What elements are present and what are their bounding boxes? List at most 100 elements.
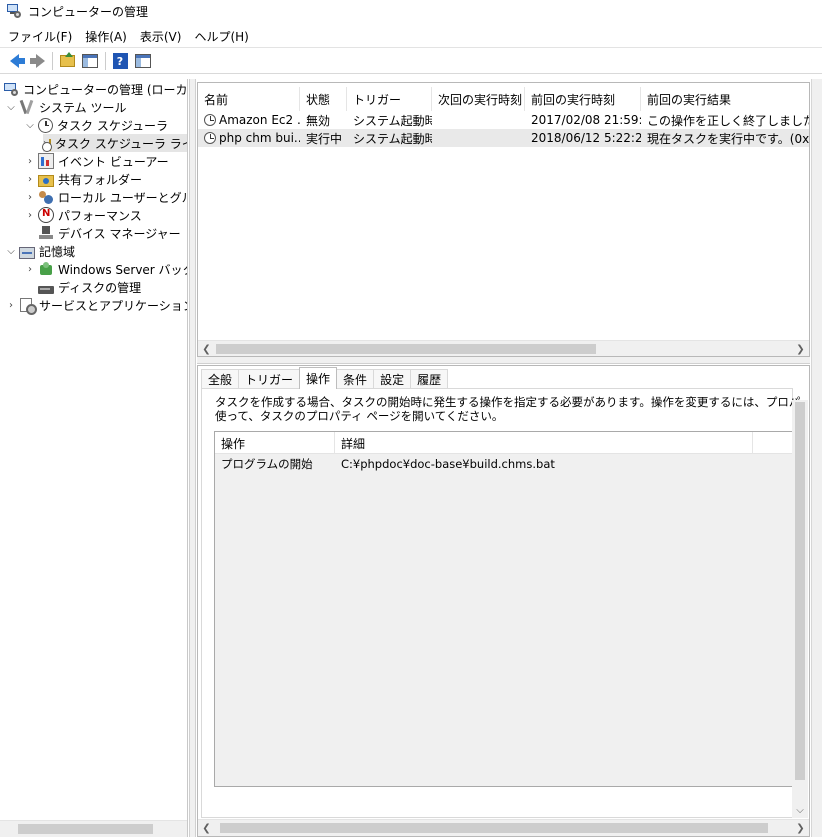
column-header-name[interactable]: 名前: [198, 87, 300, 111]
computer-management-icon: [3, 81, 19, 97]
menu-view[interactable]: 表示(V): [136, 28, 186, 45]
computer-management-icon: [6, 3, 22, 19]
column-header-trigger[interactable]: トリガー: [347, 87, 432, 111]
tree-item-services-and-applications[interactable]: › サービスとアプリケーション: [5, 296, 188, 315]
tree-item-task-scheduler[interactable]: ⌵ タスク スケジューラ: [24, 116, 168, 134]
chevron-right-icon[interactable]: ›: [24, 191, 36, 203]
device-manager-icon: [38, 225, 54, 241]
tree-item-storage[interactable]: ⌵ 記憶域: [5, 242, 75, 260]
help-button[interactable]: ?: [109, 50, 131, 72]
tree-item-local-users[interactable]: › ローカル ユーザーとグループ: [24, 188, 187, 206]
tree-item-label: サービスとアプリケーション: [39, 298, 188, 313]
back-button[interactable]: [3, 50, 25, 72]
detail-tabs: 全般 トリガー 操作 条件 設定 履歴: [201, 367, 449, 389]
up-one-level-button[interactable]: [56, 50, 78, 72]
tools-icon: [19, 99, 35, 115]
tree-item-event-viewer[interactable]: › イベント ビューアー: [24, 152, 169, 170]
action-pane-button[interactable]: [132, 50, 154, 72]
toolbar-separator: [105, 52, 106, 70]
action-pane-icon: [135, 54, 151, 68]
task-clock-icon: [204, 132, 216, 144]
detail-horizontal-scrollbar[interactable]: ❮ ❯: [198, 819, 809, 836]
action-type-cell: プログラムの開始: [221, 457, 313, 471]
tab-triggers[interactable]: トリガー: [238, 369, 301, 389]
chevron-right-icon[interactable]: ›: [24, 209, 36, 221]
chevron-right-icon[interactable]: ›: [5, 299, 17, 311]
folder-clock-icon: [42, 138, 52, 152]
menu-file[interactable]: ファイル(F): [4, 28, 76, 45]
description-line: 使って、タスクのプロパティ ページを開いてください。: [215, 409, 504, 423]
tree-item-device-manager[interactable]: デバイス マネージャー: [38, 224, 181, 242]
column-header-last-run[interactable]: 前回の実行時刻: [525, 87, 641, 111]
tree-item-computer-management[interactable]: コンピューターの管理 (ローカル): [3, 80, 188, 98]
title-bar: コンピューターの管理: [0, 0, 822, 22]
tree-horizontal-scrollbar[interactable]: [0, 820, 187, 837]
column-header-detail[interactable]: 詳細: [335, 432, 753, 454]
tree-item-label: パフォーマンス: [58, 208, 142, 223]
detail-vertical-scrollbar[interactable]: ⌵: [792, 400, 808, 818]
scroll-left-icon[interactable]: ❮: [198, 341, 215, 356]
tree-item-system-tools[interactable]: ⌵ システム ツール: [5, 98, 126, 116]
tab-actions[interactable]: 操作: [299, 367, 338, 389]
menu-bar: ファイル(F) 操作(A) 表示(V) ヘルプ(H): [0, 26, 822, 48]
task-clock-icon: [204, 114, 216, 126]
tab-general[interactable]: 全般: [201, 369, 240, 389]
users-icon: [38, 189, 54, 205]
tree-item-label: タスク スケジューラ ライ: [55, 136, 188, 151]
actions-description: タスクを作成する場合、タスクの開始時に発生する操作を指定する必要があります。操作…: [215, 395, 800, 423]
chevron-right-icon[interactable]: ›: [24, 155, 36, 167]
scroll-left-icon[interactable]: ❮: [198, 820, 215, 836]
show-hide-tree-button[interactable]: [79, 50, 101, 72]
menu-action[interactable]: 操作(A): [81, 28, 131, 45]
tree-item-label: 記憶域: [39, 244, 76, 259]
tab-history[interactable]: 履歴: [410, 369, 449, 389]
table-row[interactable]: Amazon Ec2 ... 無効 システム起動時 2017/02/08 21:…: [198, 111, 809, 129]
window-title: コンピューターの管理: [28, 4, 149, 19]
tree-item-performance[interactable]: › パフォーマンス: [24, 206, 142, 224]
task-next-run-cell: [432, 111, 525, 129]
tree-item-label: ローカル ユーザーとグループ: [58, 190, 187, 205]
chevron-down-icon[interactable]: ⌵: [5, 245, 17, 257]
scroll-thumb[interactable]: [18, 824, 153, 834]
task-list-horizontal-scrollbar[interactable]: ❮ ❯: [198, 340, 809, 356]
menu-help[interactable]: ヘルプ(H): [190, 28, 252, 45]
vertical-splitter[interactable]: [189, 79, 196, 837]
task-list-header: 名前 状態 トリガー 次回の実行時刻 前回の実行時刻 前回の実行結果: [198, 87, 809, 111]
task-last-result-cell: この操作を正しく終了しました。(0x: [647, 113, 809, 128]
chevron-right-icon[interactable]: ›: [24, 173, 36, 185]
tree-item-label: イベント ビューアー: [58, 154, 169, 169]
chevron-down-icon[interactable]: ⌵: [5, 101, 17, 113]
scroll-down-icon[interactable]: ⌵: [792, 802, 808, 818]
table-row[interactable]: プログラムの開始 C:¥phpdoc¥doc-base¥build.chms.b…: [215, 455, 753, 473]
scroll-thumb[interactable]: [216, 344, 596, 354]
tab-settings[interactable]: 設定: [373, 369, 412, 389]
shared-folder-icon: [38, 174, 54, 187]
tree-item-shared-folders[interactable]: › 共有フォルダー: [24, 170, 142, 188]
task-next-run-cell: [432, 129, 525, 147]
task-trigger-cell: システム起動時: [353, 131, 432, 146]
task-last-run-cell: 2017/02/08 21:59:30: [531, 113, 641, 127]
table-row[interactable]: php chm bui... 実行中 システム起動時 2018/06/12 5:…: [198, 129, 809, 147]
tree-item-task-scheduler-library[interactable]: › タスク スケジューラ ライ: [42, 134, 188, 152]
chevron-down-icon[interactable]: ⌵: [24, 119, 36, 131]
clock-icon: [38, 117, 53, 133]
disk-icon: [38, 285, 54, 294]
scroll-thumb[interactable]: [220, 823, 768, 833]
scroll-thumb[interactable]: [795, 402, 805, 780]
actions-table: 操作 詳細 プログラムの開始 C:¥phpdoc¥doc-base¥build.…: [214, 431, 794, 787]
tree-item-label: Windows Server バックア: [58, 262, 187, 277]
forward-button[interactable]: [26, 50, 48, 72]
column-header-next-run[interactable]: 次回の実行時刻: [432, 87, 525, 111]
scroll-right-icon[interactable]: ❯: [792, 820, 809, 836]
tab-conditions[interactable]: 条件: [336, 369, 375, 389]
scroll-right-icon[interactable]: ❯: [792, 341, 809, 356]
horizontal-splitter[interactable]: [197, 357, 810, 364]
tree-item-windows-server-backup[interactable]: › Windows Server バックア: [24, 260, 187, 278]
column-header-status[interactable]: 状態: [300, 87, 347, 111]
column-header-last-result[interactable]: 前回の実行結果: [641, 87, 809, 111]
tree-item-label: コンピューターの管理 (ローカル): [23, 82, 188, 97]
tree-item-disk-management[interactable]: ディスクの管理: [38, 278, 141, 296]
action-pane-edge: [811, 79, 822, 837]
chevron-right-icon[interactable]: ›: [24, 263, 36, 275]
column-header-action[interactable]: 操作: [215, 432, 335, 454]
